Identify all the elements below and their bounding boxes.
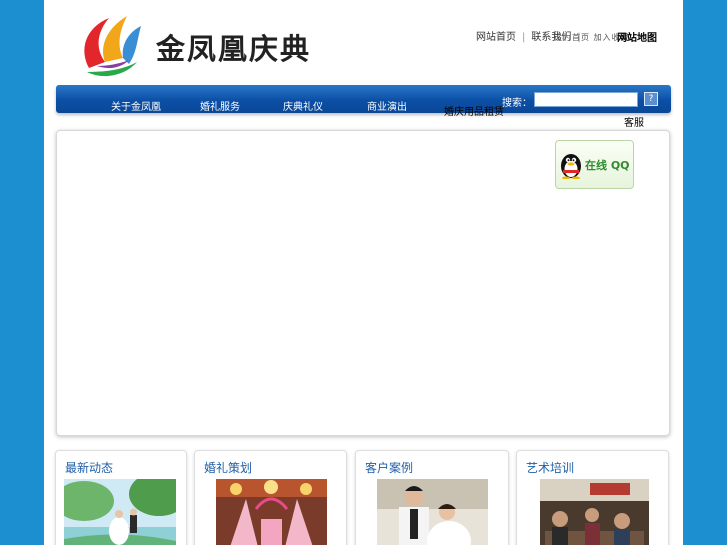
nav-item-performance[interactable]: 商业演出 bbox=[367, 98, 407, 113]
home-link[interactable]: 网站首页 bbox=[476, 28, 516, 43]
main-nav: 关于金凤凰 婚礼服务 庆典礼仪 商业演出 婚庆用品租赁 搜索： ? bbox=[56, 85, 671, 118]
client-cases-title[interactable]: 客户案例 bbox=[365, 459, 413, 476]
art-training-photo[interactable] bbox=[540, 479, 649, 545]
nav-item-rental[interactable]: 婚庆用品租赁 bbox=[444, 103, 504, 118]
art-training-title[interactable]: 艺术培训 bbox=[526, 459, 574, 476]
qq-penguin-icon bbox=[561, 154, 581, 179]
art-training-column: 艺术培训 bbox=[516, 450, 669, 545]
qq-service-label: 客服 bbox=[624, 118, 644, 129]
search-button[interactable]: ? bbox=[644, 92, 658, 106]
logo-icon bbox=[84, 16, 141, 77]
news-photo[interactable] bbox=[64, 479, 176, 545]
client-cases-column: 客户案例 bbox=[355, 450, 509, 545]
banner-area: 在线 QQ bbox=[56, 130, 670, 436]
wedding-plan-photo[interactable] bbox=[216, 479, 327, 545]
search-input[interactable] bbox=[534, 92, 638, 107]
nav-item-ceremony[interactable]: 庆典礼仪 bbox=[283, 98, 323, 113]
brand-name: 金凤凰庆典 bbox=[156, 32, 312, 66]
nav-item-wedding[interactable]: 婚礼服务 bbox=[200, 98, 240, 113]
wedding-plan-title[interactable]: 婚礼策划 bbox=[204, 459, 252, 476]
page-container: 金凤凰庆典 网站首页 | 联系我们 | 设为首页 加入收藏 网站地图 关于金凤凰 婚礼… bbox=[44, 0, 683, 545]
client-cases-photo[interactable] bbox=[377, 479, 488, 545]
qq-button-label: 在线 QQ bbox=[585, 159, 630, 172]
news-title[interactable]: 最新动态 bbox=[65, 459, 113, 476]
nav-item-about[interactable]: 关于金凤凰 bbox=[111, 98, 161, 113]
search-label: 搜索： bbox=[502, 98, 532, 109]
news-column: 最新动态 bbox=[55, 450, 187, 545]
sitemap-link[interactable]: 网站地图 bbox=[617, 29, 657, 44]
online-qq-button[interactable]: 在线 QQ bbox=[555, 140, 634, 189]
link-separator: | bbox=[522, 32, 526, 43]
wedding-plan-column: 婚礼策划 bbox=[194, 450, 347, 545]
